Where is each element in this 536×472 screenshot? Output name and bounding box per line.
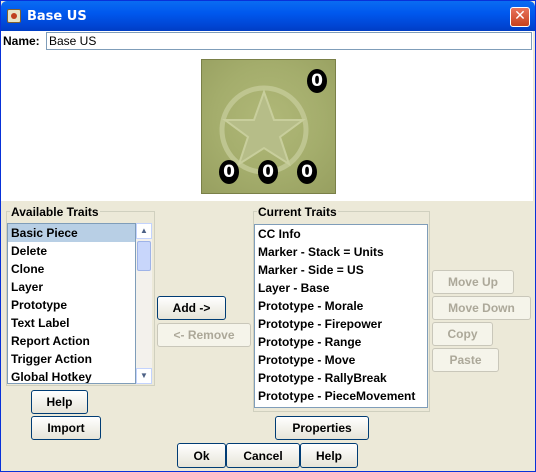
list-item[interactable]: Layer - Base — [255, 279, 427, 297]
add-trait-button[interactable]: Add -> — [157, 296, 226, 320]
available-traits-scrollbar[interactable]: ▲ ▼ — [136, 223, 152, 384]
list-item[interactable]: Layer — [8, 278, 135, 296]
bottom-counter-3: 0 — [297, 160, 317, 184]
move-down-button[interactable]: Move Down — [432, 296, 531, 320]
list-item[interactable]: Trigger Action — [8, 350, 135, 368]
list-item[interactable]: CC Info — [255, 225, 427, 243]
available-traits-list[interactable]: Basic Piece Delete Clone Layer Prototype… — [7, 223, 136, 384]
piece-preview: 0 0 0 0 — [201, 59, 336, 194]
close-button[interactable]: ✕ — [510, 7, 530, 27]
list-item[interactable]: Marker - Side = US — [255, 261, 427, 279]
scroll-thumb[interactable] — [137, 241, 151, 271]
help-bottom-button[interactable]: Help — [300, 443, 358, 468]
list-item[interactable]: Prototype - Move — [255, 351, 427, 369]
list-item[interactable]: Prototype - RallyBreak — [255, 369, 427, 387]
scroll-up-icon[interactable]: ▲ — [136, 223, 152, 239]
list-item[interactable]: Marker - Stack = Units — [255, 243, 427, 261]
available-traits-title: Available Traits — [10, 205, 100, 219]
list-item[interactable]: Delete — [8, 242, 135, 260]
list-item[interactable]: Prototype - PieceMovement — [255, 387, 427, 405]
list-item[interactable]: Text Label — [8, 314, 135, 332]
list-item[interactable]: Prototype - Firepower — [255, 315, 427, 333]
bottom-counter-2: 0 — [258, 160, 278, 184]
move-up-button[interactable]: Move Up — [432, 270, 514, 294]
list-item[interactable]: Prototype - Morale — [255, 297, 427, 315]
name-input[interactable] — [46, 32, 532, 50]
paste-button[interactable]: Paste — [432, 348, 499, 372]
name-label: Name: — [3, 34, 40, 48]
top-right-counter: 0 — [307, 69, 327, 93]
list-item[interactable]: Prototype — [8, 296, 135, 314]
list-item[interactable]: Prototype - Range — [255, 333, 427, 351]
title-bar[interactable]: Base US ✕ — [1, 1, 535, 31]
cancel-button[interactable]: Cancel — [226, 443, 300, 468]
bottom-counter-1: 0 — [219, 160, 239, 184]
app-icon — [7, 9, 21, 23]
remove-trait-button[interactable]: <- Remove — [157, 323, 251, 347]
scroll-down-icon[interactable]: ▼ — [136, 368, 152, 384]
list-item[interactable]: Report Action — [8, 332, 135, 350]
current-traits-list[interactable]: CC Info Marker - Stack = Units Marker - … — [254, 224, 428, 408]
list-item[interactable]: Clone — [8, 260, 135, 278]
ok-button[interactable]: Ok — [177, 443, 226, 468]
window-title: Base US — [27, 9, 87, 24]
list-item[interactable]: Global Hotkey — [8, 368, 135, 383]
help-button[interactable]: Help — [31, 390, 88, 414]
import-button[interactable]: Import — [31, 416, 101, 440]
current-traits-title: Current Traits — [257, 205, 338, 219]
properties-button[interactable]: Properties — [275, 416, 369, 440]
copy-button[interactable]: Copy — [432, 322, 493, 346]
list-item[interactable]: Basic Piece — [8, 224, 135, 242]
